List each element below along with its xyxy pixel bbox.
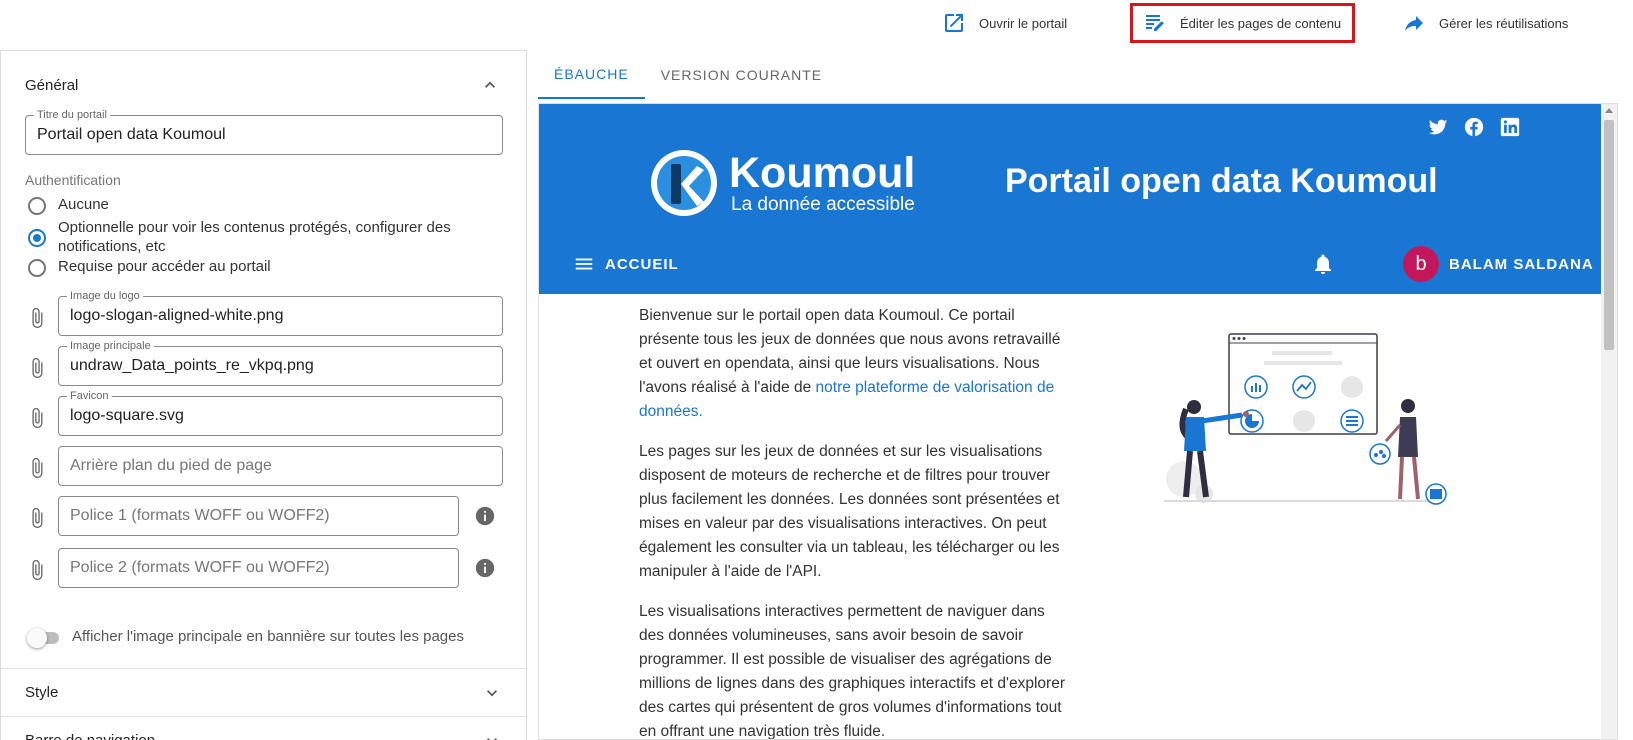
facebook-icon[interactable] [1463, 116, 1485, 138]
scroll-up-arrow-icon[interactable] [1605, 108, 1613, 113]
section-navbar-header[interactable]: Barre de navigation [1, 717, 526, 740]
auth-option-label: Aucune [58, 196, 109, 213]
section-style-title: Style [25, 684, 59, 701]
top-toolbar: Ouvrir le portail Éditer les pages de co… [0, 0, 1633, 48]
paperclip-icon[interactable] [26, 356, 48, 380]
share-arrow-icon [1405, 16, 1423, 31]
paperclip-icon[interactable] [26, 406, 48, 430]
tab-current-version[interactable]: VERSION COURANTE [645, 50, 838, 99]
main-image-label: Image principale [67, 339, 154, 353]
auth-option-label: Optionnelle pour voir les contenus proté… [58, 219, 451, 255]
portal-title-value: Portail open data Koumoul [37, 126, 226, 143]
footer-background-placeholder: Arrière plan du pied de page [70, 457, 272, 474]
notification-bell-icon[interactable] [1311, 252, 1335, 276]
section-general-title: Général [25, 76, 79, 94]
hamburger-menu-icon [575, 258, 593, 270]
banner-toggle-switch[interactable] [27, 628, 61, 648]
welcome-paragraph-1: Bienvenue sur le portail open data Koumo… [639, 304, 1069, 424]
chevron-down-icon [487, 689, 497, 696]
edit-content-pages-button[interactable]: Éditer les pages de contenu [1130, 3, 1355, 43]
tab-draft[interactable]: ÉBAUCHE [538, 50, 645, 99]
auth-option-required[interactable]: Requise pour accéder au portail [28, 258, 271, 277]
open-portal-button[interactable]: Ouvrir le portail [930, 6, 1079, 40]
section-style-header[interactable]: Style [1, 669, 526, 716]
koumoul-logo-icon [651, 150, 717, 216]
paperclip-icon[interactable] [26, 456, 48, 480]
koumoul-logo[interactable]: Koumoul La donnée accessible [649, 148, 915, 218]
favicon-label: Favicon [67, 389, 112, 403]
section-navbar-title: Barre de navigation [25, 732, 155, 740]
nav-home-menu[interactable]: ACCUEIL [573, 253, 679, 275]
nav-home-label: ACCUEIL [605, 255, 679, 273]
edit-document-icon [1146, 15, 1164, 31]
favicon-field[interactable]: Favicon logo-square.svg [58, 389, 503, 436]
chevron-up-icon [485, 81, 495, 88]
portal-title-label: Titre du portail [34, 108, 110, 122]
portal-title-field[interactable]: Titre du portail Portail open data Koumo… [25, 108, 503, 155]
manage-reuses-button[interactable]: Gérer les réutilisations [1390, 6, 1580, 40]
user-name: BALAM SALDANA [1449, 255, 1594, 273]
user-menu[interactable]: b BALAM SALDANA [1403, 246, 1594, 282]
info-icon[interactable] [474, 557, 496, 579]
portal-preview: Koumoul La donnée accessible Portail ope… [538, 103, 1618, 740]
banner-toggle-label: Afficher l'image principale en bannière … [72, 628, 464, 645]
edit-content-pages-label: Éditer les pages de contenu [1180, 15, 1342, 31]
font-1-field[interactable]: Police 1 (formats WOFF ou WOFF2) [58, 496, 459, 536]
auth-option-optional[interactable]: Optionnelle pour voir les contenus proté… [28, 218, 498, 256]
settings-panel: Général Titre du portail Portail open da… [0, 50, 527, 740]
radio-checked-icon [28, 229, 46, 247]
data-points-illustration [1164, 333, 1447, 505]
preview-scrollbar[interactable] [1601, 104, 1617, 739]
avatar: b [1403, 246, 1439, 282]
logo-image-value: logo-slogan-aligned-white.png [70, 307, 284, 324]
manage-reuses-label: Gérer les réutilisations [1439, 15, 1569, 31]
font-1-placeholder: Police 1 (formats WOFF ou WOFF2) [70, 507, 330, 524]
logo-image-field[interactable]: Image du logo logo-slogan-aligned-white.… [58, 289, 503, 336]
switch-knob [27, 628, 47, 648]
preview-tabs: ÉBAUCHE VERSION COURANTE [538, 50, 838, 99]
paperclip-icon[interactable] [26, 558, 48, 582]
social-links [1427, 116, 1521, 138]
authentication-label: Authentification [25, 172, 121, 188]
open-in-new-icon [945, 14, 963, 32]
font-2-field[interactable]: Police 2 (formats WOFF ou WOFF2) [58, 548, 459, 588]
auth-option-none[interactable]: Aucune [28, 196, 109, 215]
logo-slogan: La donnée accessible [731, 194, 915, 215]
radio-circle-icon [28, 259, 46, 277]
main-image-field[interactable]: Image principale undraw_Data_points_re_v… [58, 339, 503, 386]
portal-hero-title: Portail open data Koumoul [1005, 162, 1438, 200]
info-icon[interactable] [474, 505, 496, 527]
scrollbar-thumb[interactable] [1604, 120, 1614, 350]
linkedin-icon[interactable] [1499, 116, 1521, 138]
paperclip-icon[interactable] [26, 506, 48, 530]
welcome-paragraph-2: Les pages sur les jeux de données et sur… [639, 443, 1060, 580]
chevron-down-icon [487, 737, 497, 740]
portal-navbar: ACCUEIL b BALAM SALDANA [539, 234, 1617, 294]
portal-header: Koumoul La donnée accessible Portail ope… [539, 104, 1617, 294]
radio-circle-icon [28, 197, 46, 215]
logo-brand-name: Koumoul [729, 149, 916, 197]
auth-option-label: Requise pour accéder au portail [58, 258, 271, 275]
favicon-value: logo-square.svg [70, 407, 184, 424]
footer-background-field[interactable]: Arrière plan du pied de page [58, 446, 503, 486]
portal-welcome-text: Bienvenue sur le portail open data Koumo… [639, 304, 1069, 740]
logo-image-label: Image du logo [67, 289, 143, 303]
font-2-placeholder: Police 2 (formats WOFF ou WOFF2) [70, 559, 330, 576]
main-image-value: undraw_Data_points_re_vkpq.png [70, 357, 314, 374]
welcome-paragraph-3: Les visualisations interactives permette… [639, 603, 1066, 740]
twitter-icon[interactable] [1427, 116, 1449, 138]
open-portal-label: Ouvrir le portail [979, 15, 1068, 31]
paperclip-icon[interactable] [26, 306, 48, 330]
